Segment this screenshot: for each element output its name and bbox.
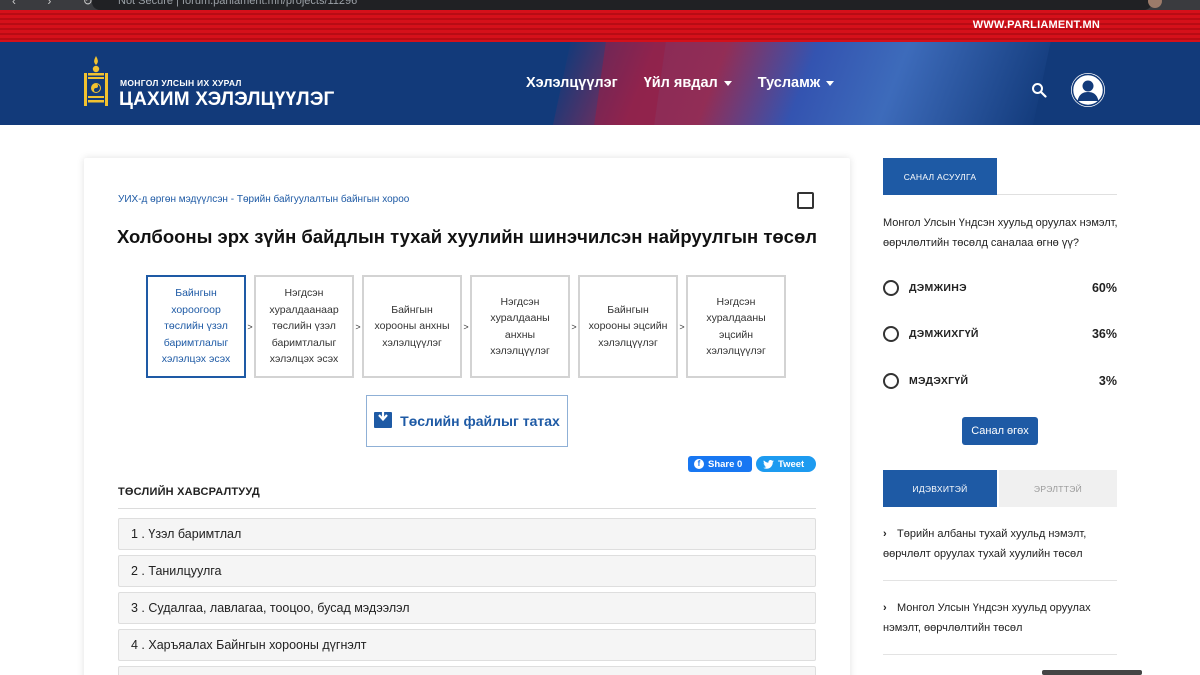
menu-item-label: Хэлэлцүүлэг	[526, 75, 618, 91]
sidebar-project-item[interactable]: › Төрийн албаны тухай хуульд нэмэлт, өөрч…	[883, 524, 1117, 564]
download-file-button[interactable]: Төслийн файлыг татах	[366, 395, 568, 447]
poll-tab-underline	[997, 194, 1117, 195]
logo-subtitle[interactable]: МОНГОЛ УЛСЫН ИХ ХУРАЛ	[120, 78, 242, 88]
step-1[interactable]: Байнгын хороогоор төслийн үзэл баримтлал…	[146, 275, 246, 378]
radio-button[interactable]	[883, 373, 899, 389]
poll-option-label: ДЭМЖИНЭ	[909, 282, 967, 294]
poll-option-percent: 36%	[1091, 327, 1117, 341]
logo-title[interactable]: ЦАХИМ ХЭЛЭЛЦҮҮЛЭГ	[119, 89, 335, 111]
page-title: Холбооны эрх зүйн байдлын тухай хуулийн …	[116, 226, 818, 247]
sidebar-project-title: Монгол Улсын Үндсэн хуульд оруулах нэмэл…	[883, 602, 1091, 634]
step-2[interactable]: Нэгдсэн хуралдаанаар төслийн үзэл баримт…	[254, 275, 354, 378]
browser-toolbar: ‹ › ↻ Not Secure | forum.parliament.mn/p…	[0, 0, 1200, 10]
step-5[interactable]: Байнгын хорооны эцсийн хэлэлцүүлэг	[578, 275, 678, 378]
sidebar-divider	[883, 580, 1117, 581]
attachment-item-partial[interactable]	[118, 666, 816, 675]
download-label: Төслийн файлыг татах	[400, 413, 560, 429]
download-icon	[374, 408, 393, 428]
poll-option-support[interactable]: ДЭМЖИНЭ 60%	[883, 278, 1117, 298]
poll-option-percent: 3%	[1098, 374, 1117, 388]
chevron-right-icon: ›	[883, 602, 887, 614]
browser-profile-avatar[interactable]	[1148, 0, 1162, 8]
attachments-list: 1 . Үзэл баримтлал 2 . Танилцуулга 3 . С…	[118, 518, 816, 675]
menu-item-label: Үйл явдал	[643, 75, 718, 91]
step-3[interactable]: Байнгын хорооны анхны хэлэлцүүлэг	[362, 275, 462, 378]
facebook-share-label: Share 0	[708, 458, 743, 470]
chevron-right-icon: ›	[883, 528, 887, 540]
user-account-icon[interactable]	[1071, 73, 1105, 107]
breadcrumb[interactable]: УИХ-д өргөн мэдүүлсэн - Төрийн байгуулал…	[118, 194, 409, 205]
tab-popular[interactable]: ЭРЭЛТТЭЙ	[999, 470, 1117, 507]
attachment-item[interactable]: 4 . Харъяалах Байнгын хорооны дүгнэлт	[118, 629, 816, 661]
attachment-item[interactable]: 1 . Үзэл баримтлал	[118, 518, 816, 550]
search-icon[interactable]	[1031, 82, 1047, 98]
facebook-share-button[interactable]: f Share 0	[688, 456, 752, 472]
attachment-item[interactable]: 2 . Танилцуулга	[118, 555, 816, 587]
follow-checkbox[interactable]	[797, 192, 814, 209]
poll-question: Монгол Улсын Үндсэн хуульд оруулах нэмэл…	[883, 217, 1118, 249]
sidebar-project-title: Төрийн албаны тухай хуульд нэмэлт, өөрчл…	[883, 528, 1087, 560]
menu-item-discussions[interactable]: Хэлэлцүүлэг	[526, 75, 618, 91]
poll-option-label: ДЭМЖИХГҮЙ	[909, 328, 979, 340]
poll-option-percent: 60%	[1091, 281, 1117, 295]
tab-active[interactable]: ИДЭВХИТЭЙ	[883, 470, 997, 507]
main-menu: Хэлэлцүүлэг Үйл явдал Тусламж	[526, 75, 835, 91]
sidebar-project-item[interactable]: › Монгол Улсын Үндсэн хуульд оруулах нэмэ…	[883, 598, 1117, 638]
address-bar[interactable]: Not Secure | forum.parliament.mn/project…	[92, 0, 1152, 10]
user-silhouette-icon	[1071, 73, 1105, 107]
parliament-site-link[interactable]: WWW.PARLIAMENT.MN	[973, 19, 1100, 31]
step-separator: >	[463, 321, 469, 332]
radio-button[interactable]	[883, 280, 899, 296]
step-separator: >	[355, 321, 361, 332]
menu-item-events[interactable]: Үйл явдал	[644, 75, 732, 91]
poll-option-label: МЭДЭХГҮЙ	[909, 375, 969, 387]
soyombo-emblem-icon[interactable]	[84, 56, 108, 108]
facebook-icon: f	[694, 459, 704, 469]
vote-button[interactable]: Санал өгөх	[962, 417, 1038, 445]
step-4[interactable]: Нэгдсэн хуралдааны анхны хэлэлцүүлэг	[470, 275, 570, 378]
tweet-button[interactable]: Tweet	[756, 456, 816, 472]
poll-tab[interactable]: САНАЛ АСУУЛГА	[883, 158, 997, 195]
radio-button[interactable]	[883, 326, 899, 342]
project-card: УИХ-д өргөн мэдүүлсэн - Төрийн байгуулал…	[84, 158, 850, 675]
site-header: МОНГОЛ УЛСЫН ИХ ХУРАЛ ЦАХИМ ХЭЛЭЛЦҮҮЛЭГ …	[0, 42, 1200, 125]
tweet-label: Tweet	[778, 458, 805, 470]
step-separator: >	[247, 321, 253, 332]
menu-item-help[interactable]: Тусламж	[757, 75, 835, 91]
step-6[interactable]: Нэгдсэн хуралдааны эцсийн хэлэлцүүлэг	[686, 275, 786, 378]
top-strip: WWW.PARLIAMENT.MN	[0, 10, 1200, 42]
step-separator: >	[571, 321, 577, 332]
sidebar-divider	[883, 654, 1117, 655]
twitter-bird-icon	[763, 459, 774, 469]
attachments-divider	[118, 508, 816, 509]
stage-steps: Байнгын хороогоор төслийн үзэл баримтлал…	[146, 275, 786, 378]
attachment-item[interactable]: 3 . Судалгаа, лавлагаа, тооцоо, бусад мэ…	[118, 592, 816, 624]
attachments-heading: ТӨСЛИЙН ХАВСРАЛТУУД	[118, 486, 260, 498]
poll-option-oppose[interactable]: ДЭМЖИХГҮЙ 36%	[883, 324, 1117, 344]
poll-option-unknown[interactable]: МЭДЭХГҮЙ 3%	[883, 371, 1117, 391]
step-separator: >	[679, 321, 685, 332]
horizontal-scrollbar[interactable]	[1042, 670, 1142, 675]
chevron-down-icon	[826, 80, 835, 86]
menu-item-label: Тусламж	[757, 75, 821, 91]
chevron-down-icon	[723, 80, 732, 86]
